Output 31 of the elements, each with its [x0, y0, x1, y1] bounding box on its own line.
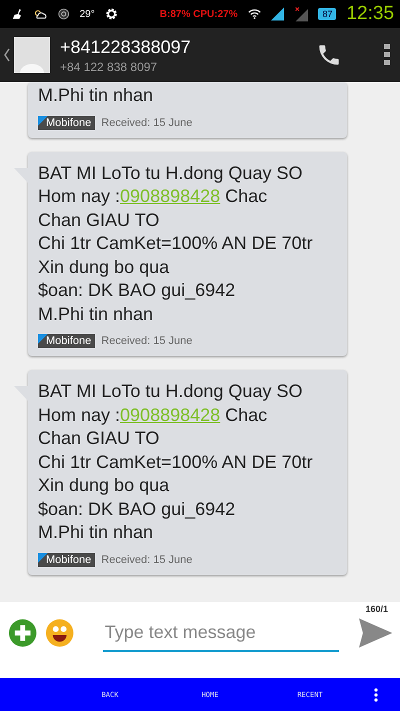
weather-icon: [33, 7, 48, 21]
back-icon[interactable]: [4, 48, 10, 62]
system-stats: B:87% CPU:27%: [160, 8, 238, 20]
carrier-label: Mobifone: [38, 116, 96, 130]
message-text: BAT MI LoTo tu H.dong Quay SO Hom nay :0908898428 Chac Chan GIAU TO Chi 1tr CamKet=100% AN DE 70tr Xin dung bo qua $oan: DK BAO gui_6942 M.Phi tin nhan: [38, 380, 314, 544]
carrier-label: Mobifone: [38, 334, 96, 348]
message-text: BAT MI LoTo tu H.dong Quay SO Hom nay :0908898428 Chac Chan GIAU TO Chi 1tr CamKet=100% AN DE 70tr Xin dung bo qua $oan: DK BAO gui_6942 M.Phi tin nhan: [38, 162, 314, 326]
carrier-label: Mobifone: [38, 552, 96, 566]
contact-number: +841228388097: [60, 36, 192, 58]
received-date: Received: 15 June: [101, 554, 192, 566]
wifi-icon: [248, 8, 261, 20]
message-input[interactable]: Type text message: [102, 614, 339, 652]
message-text: M.Phi tin nhan: [38, 84, 154, 107]
add-icon[interactable]: [8, 618, 38, 648]
settings-icon: [104, 6, 118, 22]
more-icon[interactable]: [374, 688, 378, 702]
no-signal-icon: [294, 5, 308, 23]
contact-subtitle: +84 122 838 8097: [60, 60, 158, 74]
received-date: Received: 15 June: [101, 116, 192, 128]
cleaner-icon: [12, 7, 24, 21]
character-counter: 160/1: [365, 604, 388, 614]
power-icon: [58, 7, 70, 21]
more-icon[interactable]: [384, 44, 390, 66]
signal-icon: [270, 6, 284, 22]
temperature: 29°: [80, 8, 95, 20]
clock: 12:35: [346, 3, 394, 25]
contact-avatar: [14, 37, 50, 73]
battery-level: 87: [318, 8, 336, 20]
received-date: Received: 15 June: [101, 335, 192, 347]
emoji-icon[interactable]: [45, 618, 75, 648]
send-icon[interactable]: [358, 618, 392, 648]
